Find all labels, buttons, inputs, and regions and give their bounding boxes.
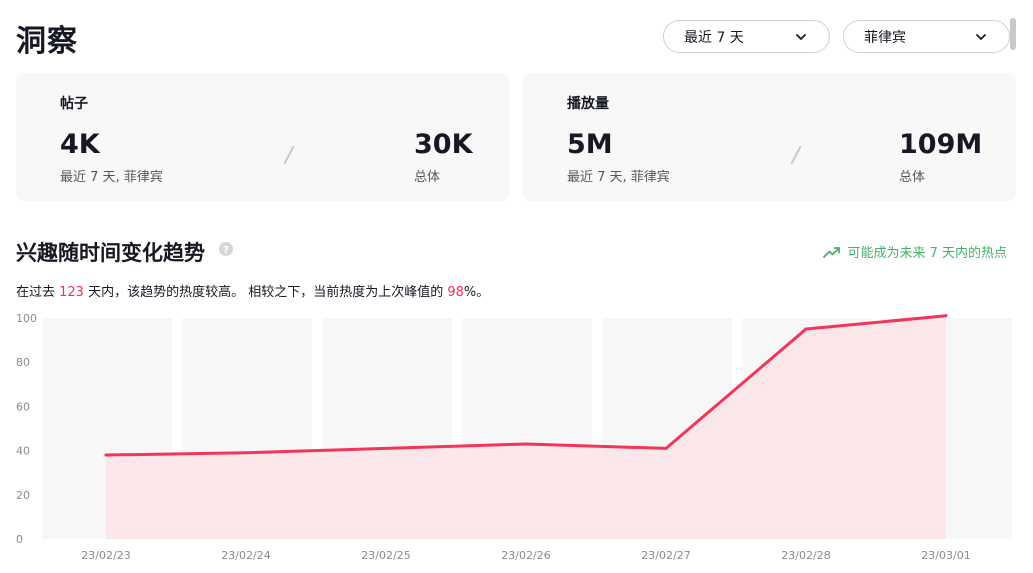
date-range-select[interactable]: 最近 7 天 (663, 20, 830, 53)
trending-up-icon (823, 246, 841, 258)
svg-text:?: ? (223, 245, 229, 256)
data-point (804, 327, 808, 331)
data-point (384, 446, 388, 450)
divider-slash (283, 145, 295, 165)
region-select[interactable]: 菲律宾 (843, 20, 1010, 53)
data-point (664, 446, 668, 450)
desc-prefix: 在过去 (16, 285, 60, 300)
help-icon[interactable]: ? (218, 241, 234, 257)
hot-prediction-label: 可能成为未来 7 天内的热点 (847, 246, 1007, 261)
interest-trend-chart: 0 20 40 60 80 100 23/02/23 23/02/24 23/02/25 23/0… (16, 312, 1012, 562)
hot-prediction-tag: 可能成为未来 7 天内的热点 (823, 242, 1007, 261)
posts-recent-value: 4K (60, 129, 100, 160)
y-tick-label: 0 (16, 533, 23, 546)
y-tick-label: 60 (16, 400, 30, 413)
trend-description: 在过去 123 天内，该趋势的热度较高。 相较之下，当前热度为上次峰值的 98%… (16, 281, 489, 300)
region-value: 菲律宾 (864, 29, 906, 46)
x-tick-label: 23/03/01 (921, 549, 970, 562)
y-tick-label: 100 (16, 312, 37, 325)
desc-days: 123 (59, 285, 84, 300)
y-tick-label: 40 (16, 445, 30, 458)
desc-percent: 98 (447, 285, 464, 300)
scrollbar[interactable] (1010, 18, 1016, 50)
x-tick-label: 23/02/24 (221, 549, 270, 562)
data-point (244, 451, 248, 455)
posts-total-caption: 总体 (414, 170, 441, 185)
divider-slash (790, 145, 802, 165)
posts-total-value: 30K (414, 129, 473, 160)
desc-suffix: %。 (463, 285, 490, 300)
page-title: 洞察 (16, 24, 78, 59)
x-tick-label: 23/02/27 (641, 549, 690, 562)
views-card-label: 播放量 (567, 96, 609, 112)
chevron-down-icon (796, 34, 806, 40)
views-total-caption: 总体 (899, 170, 926, 185)
views-total-value: 109M (899, 129, 983, 160)
data-point (104, 453, 108, 457)
data-point (944, 314, 948, 318)
views-recent-caption: 最近 7 天, 菲律宾 (567, 170, 670, 185)
views-card: 播放量 5M 最近 7 天, 菲律宾 109M 总体 (523, 73, 1016, 201)
x-tick-label: 23/02/26 (501, 549, 550, 562)
chevron-down-icon (976, 34, 986, 40)
desc-middle: 天内，该趋势的热度较高。 相较之下，当前热度为上次峰值的 (83, 285, 448, 300)
data-point (524, 442, 528, 446)
posts-card: 帖子 4K 最近 7 天, 菲律宾 30K 总体 (16, 73, 509, 201)
y-tick-label: 20 (16, 489, 30, 502)
date-range-value: 最近 7 天 (684, 29, 744, 46)
trend-section-title: 兴趣随时间变化趋势 (16, 241, 205, 265)
x-tick-label: 23/02/25 (361, 549, 410, 562)
posts-card-label: 帖子 (60, 96, 88, 112)
x-tick-label: 23/02/23 (81, 549, 130, 562)
views-recent-value: 5M (567, 129, 613, 160)
x-tick-label: 23/02/28 (781, 549, 830, 562)
y-tick-label: 80 (16, 356, 30, 369)
posts-recent-caption: 最近 7 天, 菲律宾 (60, 170, 163, 185)
